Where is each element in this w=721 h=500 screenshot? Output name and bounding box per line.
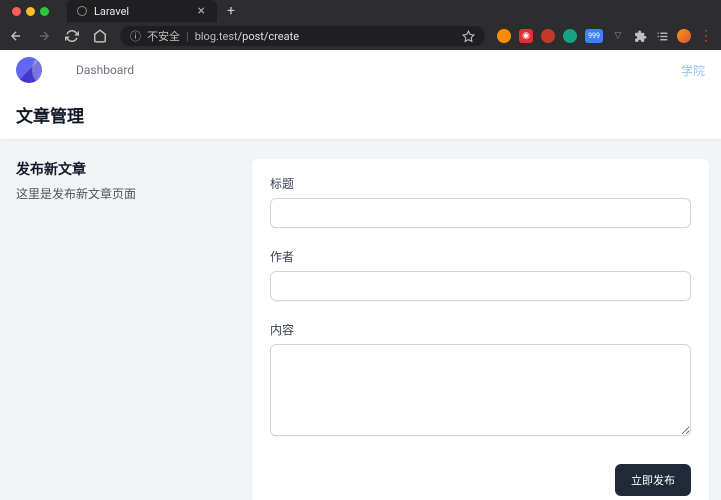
sidebar-description: 这里是发布新文章页面 [16,185,240,202]
app-body: Dashboard 学院 文章管理 发布新文章 这里是发布新文章页面 标题 作者… [0,50,721,500]
browser-chrome: Laravel × + ⓘ 不安全 | blog.test/post/creat… [0,0,721,50]
extension-icon[interactable] [541,29,555,43]
site-info-icon[interactable]: ⓘ [130,28,141,44]
title-input[interactable] [270,198,691,228]
header-right-link[interactable]: 学院 [681,62,705,79]
home-button[interactable] [92,28,108,44]
close-tab-button[interactable]: × [196,4,207,18]
form-actions: 立即发布 [270,464,691,496]
form-card: 标题 作者 内容 立即发布 [252,159,709,500]
tab-title: Laravel [94,5,196,18]
app-header: Dashboard 学院 [0,50,721,90]
address-bar: ⓘ 不安全 | blog.test/post/create ◉ 999 ▽ ⋮ [0,22,721,50]
browser-tab[interactable]: Laravel × [67,0,217,22]
tab-bar: Laravel × + [0,0,721,22]
extension-icon[interactable]: ◉ [519,29,533,43]
content-label: 内容 [270,321,691,338]
extension-icons: ◉ 999 ▽ ⋮ [497,28,713,44]
minimize-window-button[interactable] [26,7,35,16]
page-title-bar: 文章管理 [0,90,721,139]
window-controls [6,7,55,16]
app-logo[interactable] [16,57,42,83]
title-label: 标题 [270,175,691,192]
author-field-group: 作者 [270,248,691,301]
extensions-button[interactable] [633,29,647,43]
author-label: 作者 [270,248,691,265]
content-field-group: 内容 [270,321,691,440]
submit-button[interactable]: 立即发布 [615,464,691,496]
extension-icon[interactable] [563,29,577,43]
page-title: 文章管理 [16,102,705,127]
maximize-window-button[interactable] [40,7,49,16]
reading-list-icon[interactable] [655,29,669,43]
back-button[interactable] [8,28,24,44]
bookmark-icon[interactable] [462,30,475,43]
profile-avatar[interactable] [677,29,691,43]
title-field-group: 标题 [270,175,691,228]
content-area: 发布新文章 这里是发布新文章页面 标题 作者 内容 立即发布 [0,139,721,500]
url-field[interactable]: ⓘ 不安全 | blog.test/post/create [120,26,485,46]
new-tab-button[interactable]: + [217,3,245,19]
forward-button[interactable] [36,28,52,44]
extension-icon[interactable] [497,29,511,43]
url-text: blog.test/post/create [195,30,299,43]
tab-favicon [77,6,87,16]
nav-dashboard-link[interactable]: Dashboard [76,63,134,77]
close-window-button[interactable] [12,7,21,16]
extension-badge[interactable]: 999 [585,29,603,43]
author-input[interactable] [270,271,691,301]
form-sidebar: 发布新文章 这里是发布新文章页面 [12,159,240,500]
security-label: 不安全 [147,28,180,44]
sidebar-title: 发布新文章 [16,159,240,179]
extension-icon[interactable]: ▽ [611,29,625,43]
browser-menu-button[interactable]: ⋮ [699,28,713,44]
content-textarea[interactable] [270,344,691,436]
reload-button[interactable] [64,28,80,44]
